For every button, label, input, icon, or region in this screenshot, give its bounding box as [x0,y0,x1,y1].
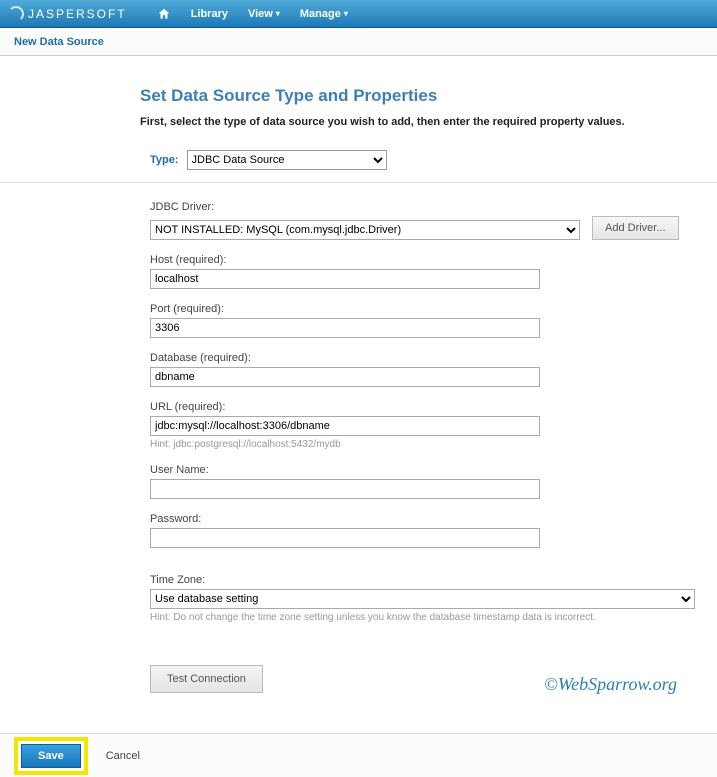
nav-library[interactable]: Library [191,8,228,20]
field-host: Host (required): [150,254,697,289]
main-content: Set Data Source Type and Properties Firs… [0,56,717,693]
nav-manage-label: Manage [300,8,341,20]
field-database: Database (required): [150,352,697,387]
logo-swirl-icon [8,6,24,22]
field-password: Password: [150,513,697,548]
sub-header-title: New Data Source [14,36,104,48]
nav-home[interactable] [157,7,171,21]
password-input[interactable] [150,528,540,548]
cancel-button[interactable]: Cancel [106,750,140,762]
type-row: Type: JDBC Data Source [140,150,697,170]
nav-view-label: View [248,8,273,20]
watermark: ©WebSparrow.org [544,674,677,695]
nav-view[interactable]: View▾ [248,8,280,20]
type-label: Type: [150,154,179,166]
field-jdbc-driver: JDBC Driver: NOT INSTALLED: MySQL (com.m… [150,201,697,240]
port-label: Port (required): [150,303,697,315]
bottom-bar: Save Cancel [0,733,717,777]
host-label: Host (required): [150,254,697,266]
timezone-hint: Hint: Do not change the time zone settin… [150,612,697,623]
field-url: URL (required): Hint: jdbc:postgresql://… [150,401,697,450]
host-input[interactable] [150,269,540,289]
field-username: User Name: [150,464,697,499]
brand-text: JASPERSOFT [28,7,127,21]
top-nav-bar: JASPERSOFT Library View▾ Manage▾ [0,0,717,28]
chevron-down-icon: ▾ [344,9,348,18]
nav-manage[interactable]: Manage▾ [300,8,348,20]
password-label: Password: [150,513,697,525]
timezone-label: Time Zone: [150,574,697,586]
timezone-select[interactable]: Use database setting [150,589,695,609]
brand-logo: JASPERSOFT [8,6,127,22]
page-description: First, select the type of data source yo… [140,116,697,128]
save-button[interactable]: Save [21,744,81,768]
url-input[interactable] [150,416,540,436]
database-input[interactable] [150,367,540,387]
form-area: JDBC Driver: NOT INSTALLED: MySQL (com.m… [140,201,697,693]
test-connection-button[interactable]: Test Connection [150,665,263,693]
field-port: Port (required): [150,303,697,338]
add-driver-button[interactable]: Add Driver... [592,216,679,240]
chevron-down-icon: ▾ [276,9,280,18]
url-label: URL (required): [150,401,697,413]
port-input[interactable] [150,318,540,338]
page-title: Set Data Source Type and Properties [140,86,697,106]
driver-select[interactable]: NOT INSTALLED: MySQL (com.mysql.jdbc.Dri… [150,220,580,240]
username-label: User Name: [150,464,697,476]
username-input[interactable] [150,479,540,499]
url-hint: Hint: jdbc:postgresql://localhost:5432/m… [150,439,697,450]
save-highlight-box: Save [14,737,88,775]
home-icon [157,7,171,21]
database-label: Database (required): [150,352,697,364]
type-select[interactable]: JDBC Data Source [187,150,387,170]
divider [0,182,717,183]
sub-header: New Data Source [0,28,717,56]
driver-label: JDBC Driver: [150,201,697,213]
field-timezone: Time Zone: Use database setting Hint: Do… [150,574,697,623]
nav-library-label: Library [191,8,228,20]
